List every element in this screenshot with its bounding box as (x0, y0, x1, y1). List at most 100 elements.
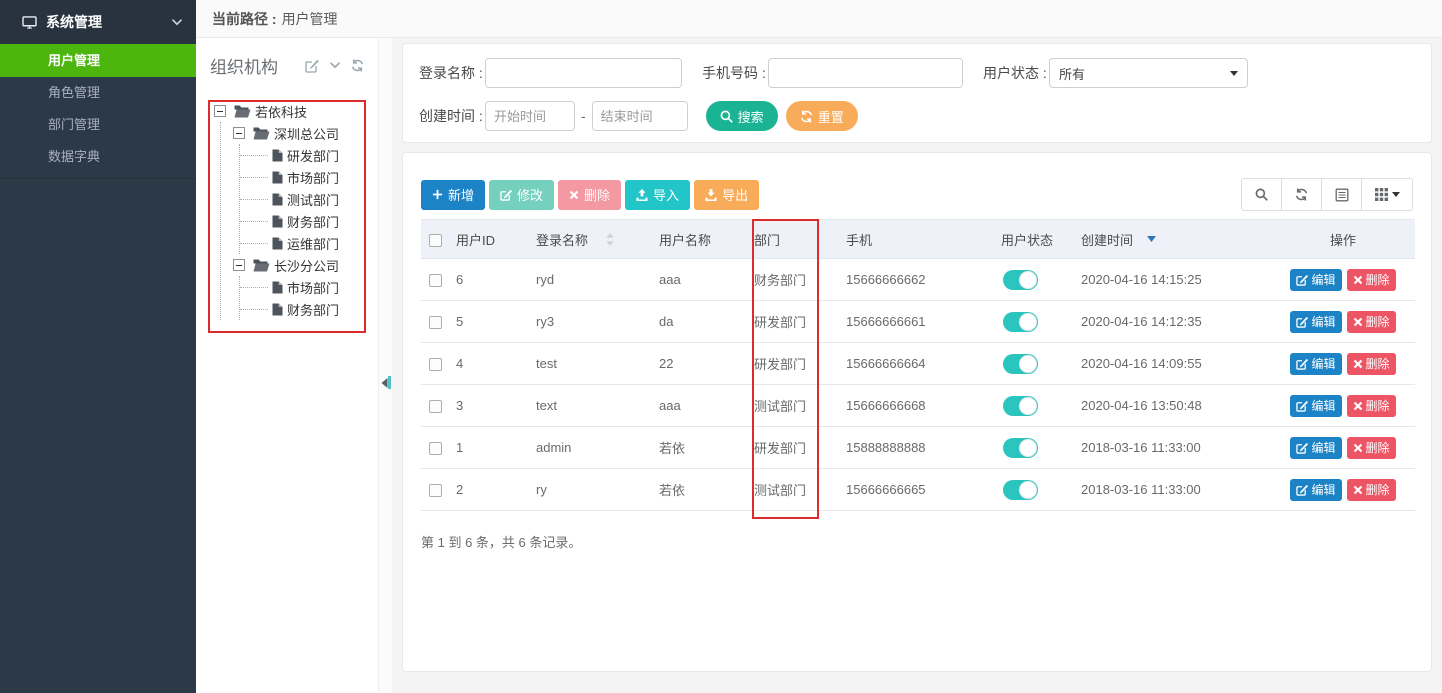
edit-user-button[interactable]: 编辑 (1290, 311, 1341, 333)
chevron-down-icon (172, 19, 182, 26)
table-refresh-button[interactable] (1281, 178, 1322, 211)
row-checkbox[interactable] (429, 442, 442, 455)
phone-number-input[interactable] (768, 58, 963, 88)
collapse-chevron-icon[interactable] (330, 62, 340, 69)
user-table: 用户ID登录名称用户名称部门手机用户状态创建时间操作 6rydaaa财务部门15… (421, 219, 1415, 511)
list-view-icon (1335, 188, 1349, 202)
sidebar-item-dept[interactable]: 部门管理 (0, 109, 196, 141)
sidebar-item-role[interactable]: 角色管理 (0, 77, 196, 109)
delete-user-button[interactable]: 删除 (1347, 437, 1396, 459)
add-user-button[interactable]: 新增 (421, 180, 485, 210)
tree-node-leaf[interactable]: 市场部门 (252, 276, 378, 298)
user-status-toggle[interactable] (1003, 438, 1038, 458)
delete-user-button[interactable]: 删除 (1347, 311, 1396, 333)
edit-user-button[interactable]: 编辑 (1290, 479, 1341, 501)
tree-node-folder[interactable]: 深圳总公司 (233, 122, 378, 144)
tree-expand-toggle[interactable] (233, 127, 245, 139)
file-icon (272, 149, 283, 162)
actions-cell: 编辑删除 (1271, 259, 1415, 301)
refresh-tree-icon[interactable] (351, 59, 364, 72)
start-time-input[interactable] (485, 101, 575, 131)
table-view-controls (1241, 178, 1413, 211)
user-row: 4test22研发部门156666666642020-04-16 14:09:5… (421, 343, 1415, 385)
import-button[interactable]: 导入 (625, 180, 690, 210)
folder-icon (253, 127, 270, 140)
user-status-select[interactable]: 所有 (1049, 58, 1248, 88)
cross-icon (1353, 443, 1363, 453)
actions-cell: 编辑删除 (1271, 385, 1415, 427)
pencil-square-icon (1296, 316, 1308, 328)
user-status-toggle[interactable] (1003, 270, 1038, 290)
app-window: 系统管理 用户管理角色管理部门管理数据字典 当前路径 : 用户管理 组织机构 若… (0, 0, 1442, 693)
user-status-toggle[interactable] (1003, 396, 1038, 416)
tree-expand-toggle[interactable] (233, 259, 245, 271)
column-header-login[interactable]: 登录名称 (531, 220, 654, 259)
row-checkbox-cell (421, 427, 451, 469)
file-icon (272, 215, 283, 228)
tree-node-leaf[interactable]: 市场部门 (252, 166, 378, 188)
edit-user-button[interactable]: 编辑 (1290, 395, 1341, 417)
select-all-checkbox[interactable] (429, 234, 442, 247)
sidebar-item-dict[interactable]: 数据字典 (0, 141, 196, 173)
edit-icon[interactable] (305, 59, 319, 73)
tree-node-leaf[interactable]: 运维部门 (252, 232, 378, 254)
tree-node-folder[interactable]: 长沙分公司 (233, 254, 378, 276)
pencil-square-icon (1296, 442, 1308, 454)
edit-user-button[interactable]: 编辑 (1290, 437, 1341, 459)
sidebar-header-system-management[interactable]: 系统管理 (0, 0, 196, 44)
user-id-cell: 4 (451, 343, 531, 385)
user-status-toggle[interactable] (1003, 480, 1038, 500)
delete-user-button[interactable]: 删除 (1347, 395, 1396, 417)
tree-node-label: 市场部门 (287, 168, 339, 187)
tree-node-leaf[interactable]: 财务部门 (252, 210, 378, 232)
edit-user-button[interactable]: 编辑 (1290, 353, 1341, 375)
tree-node-leaf[interactable]: 研发部门 (252, 144, 378, 166)
delete-user-button[interactable]: 删除 (1347, 269, 1396, 291)
user-name-cell: 若依 (654, 469, 749, 511)
delete-user-button[interactable]: 删除 (1347, 479, 1396, 501)
tree-node-leaf[interactable]: 测试部门 (252, 188, 378, 210)
tree-node-label: 测试部门 (287, 190, 339, 209)
delete-users-button[interactable]: 删除 (558, 180, 621, 210)
table-detail-view-button[interactable] (1321, 178, 1362, 211)
toggle-knob (1019, 439, 1037, 457)
toggle-knob (1019, 271, 1037, 289)
end-time-input[interactable] (592, 101, 688, 131)
tree-connector-line (240, 287, 268, 288)
edit-user-button[interactable]: 编辑 (1290, 269, 1341, 291)
reset-button[interactable]: 重置 (786, 101, 858, 131)
row-checkbox[interactable] (429, 484, 442, 497)
tree-connector-line (240, 177, 268, 178)
user-row: 5ry3da研发部门156666666612020-04-16 14:12:35… (421, 301, 1415, 343)
import-button-label: 导入 (653, 185, 679, 204)
user-status-toggle[interactable] (1003, 312, 1038, 332)
table-columns-button[interactable] (1361, 178, 1413, 211)
dept-cell: 研发部门 (749, 301, 841, 343)
row-checkbox[interactable] (429, 316, 442, 329)
row-checkbox[interactable] (429, 274, 442, 287)
sidebar-item-user[interactable]: 用户管理 (0, 44, 196, 77)
export-button[interactable]: 导出 (694, 180, 759, 210)
tree-expand-toggle[interactable] (214, 105, 226, 117)
refresh-icon (1295, 188, 1308, 201)
column-header-created[interactable]: 创建时间 (1076, 220, 1271, 259)
pencil-square-icon (1296, 400, 1308, 412)
splitter-collapse-handle[interactable] (381, 376, 391, 389)
column-header-label: 用户名称 (659, 230, 711, 249)
modify-user-button[interactable]: 修改 (489, 180, 554, 210)
user-id-cell: 1 (451, 427, 531, 469)
login-name-input[interactable] (485, 58, 682, 88)
table-search-toggle-button[interactable] (1241, 178, 1282, 211)
tree-node-leaf[interactable]: 财务部门 (252, 298, 378, 320)
panel-splitter[interactable] (378, 38, 392, 693)
select-caret-icon (1230, 71, 1238, 76)
tree-node-folder[interactable]: 若依科技 (214, 100, 378, 122)
row-checkbox[interactable] (429, 400, 442, 413)
search-button[interactable]: 搜索 (706, 101, 778, 131)
column-header-name: 用户名称 (654, 220, 749, 259)
user-status-toggle[interactable] (1003, 354, 1038, 374)
delete-user-button[interactable]: 删除 (1347, 353, 1396, 375)
user-name-cell: aaa (654, 385, 749, 427)
row-checkbox[interactable] (429, 358, 442, 371)
collapse-left-arrow-icon (381, 378, 388, 388)
